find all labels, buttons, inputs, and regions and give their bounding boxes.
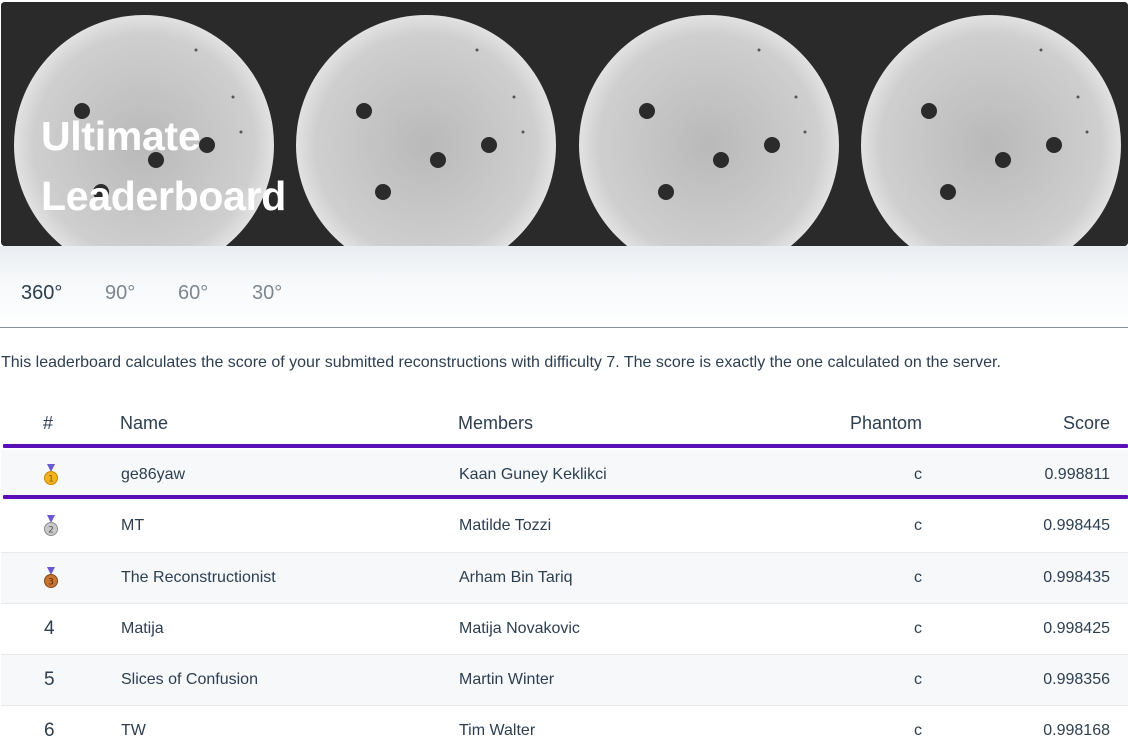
column-header-name: Name: [120, 413, 169, 433]
team-members: Matilde Tozzi: [459, 517, 552, 534]
table-row: 1 ge86yaw Kaan Guney Keklikci c 0.998811: [1, 450, 1128, 501]
team-name: TW: [121, 722, 146, 739]
team-name: MT: [121, 517, 145, 534]
phantom-value: c: [914, 517, 922, 534]
team-members: Matija Novakovic: [459, 620, 580, 637]
table-row: 2 MT Matilde Tozzi c 0.998445: [1, 501, 1128, 552]
team-members: Arham Bin Tariq: [459, 569, 573, 586]
svg-text:1: 1: [48, 475, 54, 485]
column-header-phantom: Phantom: [849, 413, 922, 433]
tab-360[interactable]: 360°: [21, 282, 62, 305]
own-team-highlight-bottom: [3, 495, 1128, 499]
team-members: Kaan Guney Keklikci: [459, 466, 607, 483]
leaderboard-description: This leaderboard calculates the score of…: [1, 354, 1001, 371]
own-team-highlight-top: [3, 444, 1128, 448]
rank-value: 4: [44, 618, 55, 639]
column-header-rank: #: [43, 413, 54, 433]
table-row: 5 Slices of Confusion Martin Winter c 0.…: [1, 654, 1128, 705]
phantom-value: c: [914, 620, 922, 637]
tab-90[interactable]: 90°: [105, 282, 135, 305]
team-name: Matija: [121, 620, 164, 637]
column-header-score: Score: [1062, 413, 1110, 433]
angle-tabs-bar: [0, 246, 1128, 328]
phantom-value: c: [914, 569, 922, 586]
phantom-value: c: [914, 722, 922, 739]
hero-banner: Ultimate Leaderboard: [1, 2, 1128, 246]
score-value: 0.998435: [1043, 569, 1110, 586]
tab-60[interactable]: 60°: [178, 282, 208, 305]
team-name: ge86yaw: [121, 466, 186, 483]
table-row: 3 The Reconstructionist Arham Bin Tariq …: [1, 552, 1128, 603]
score-value: 0.998356: [1043, 671, 1110, 688]
svg-text:3: 3: [48, 578, 54, 588]
phantom-value: c: [914, 466, 922, 483]
team-name: Slices of Confusion: [121, 671, 258, 688]
score-value: 0.998811: [1044, 466, 1110, 483]
team-members: Tim Walter: [459, 722, 536, 739]
svg-text:2: 2: [48, 526, 54, 536]
bronze-medal-icon: 3: [44, 567, 58, 588]
gold-medal-icon: 1: [44, 464, 58, 485]
phantom-value: c: [914, 671, 922, 688]
score-value: 0.998168: [1043, 722, 1110, 739]
team-members: Martin Winter: [459, 671, 555, 688]
score-value: 0.998445: [1043, 517, 1110, 534]
rank-value: 5: [44, 669, 55, 690]
team-name: The Reconstructionist: [121, 569, 276, 586]
table-row: 6 TW Tim Walter c 0.998168: [1, 705, 1128, 751]
tab-30[interactable]: 30°: [252, 282, 282, 305]
column-header-members: Members: [458, 413, 534, 433]
table-row: 4 Matija Matija Novakovic c 0.998425: [1, 603, 1128, 654]
score-value: 0.998425: [1043, 620, 1110, 637]
silver-medal-icon: 2: [44, 515, 58, 536]
page-title: Ultimate Leaderboard: [41, 113, 287, 219]
rank-value: 6: [44, 720, 55, 741]
